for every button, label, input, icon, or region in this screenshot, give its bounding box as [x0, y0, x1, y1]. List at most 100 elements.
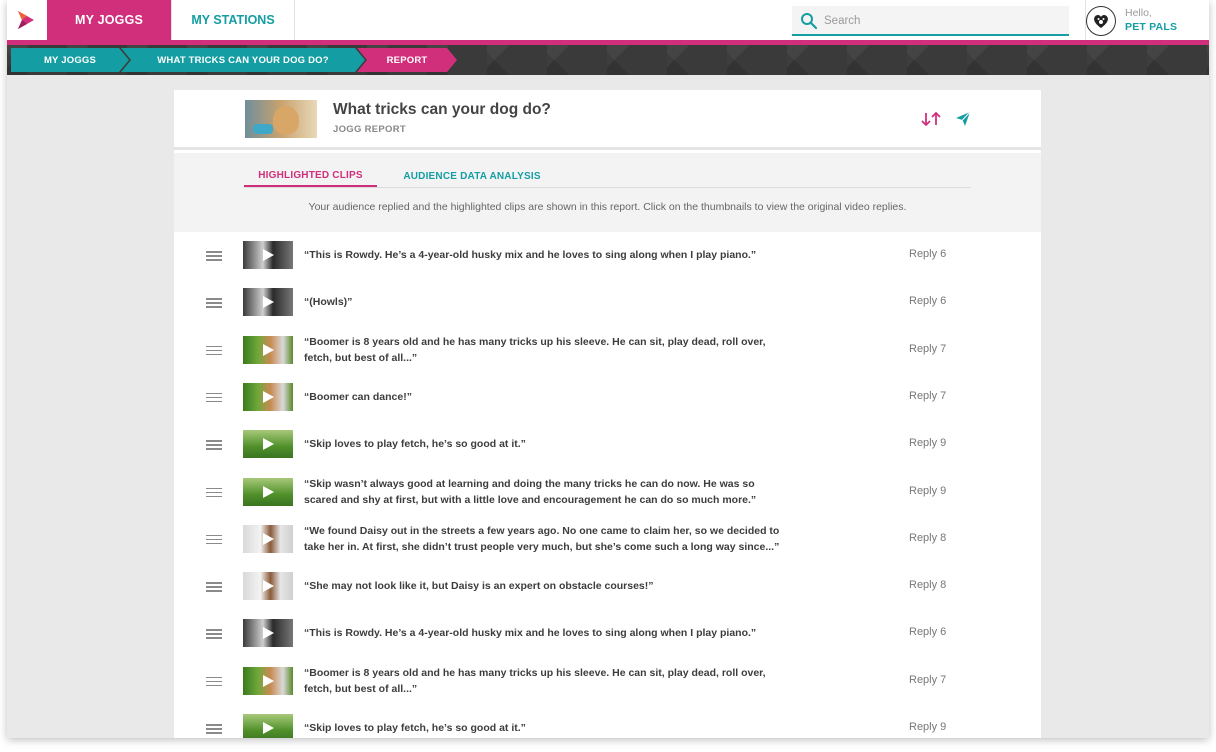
tab-my-joggs[interactable]: MY JOGGS	[47, 0, 171, 40]
tab-audience-data-analysis[interactable]: AUDIENCE DATA ANALYSIS	[392, 165, 552, 187]
clip-thumbnail[interactable]	[243, 288, 293, 317]
report-tabs-area: HIGHLIGHTED CLIPS AUDIENCE DATA ANALYSIS…	[174, 153, 1041, 232]
reply-label[interactable]: Reply 7	[909, 674, 946, 686]
drag-handle-icon[interactable]	[206, 629, 222, 639]
clip-row: “Boomer is 8 years old and he has many t…	[174, 327, 1041, 374]
drag-handle-icon[interactable]	[206, 298, 222, 308]
sort-arrows-icon[interactable]	[920, 110, 942, 128]
drag-handle-icon[interactable]	[206, 676, 222, 687]
jogg-thumbnail[interactable]	[245, 100, 317, 138]
clip-thumbnail[interactable]	[243, 477, 293, 506]
clip-quote: “Skip loves to play fetch, he’s so good …	[304, 436, 864, 452]
reply-label[interactable]: Reply 6	[909, 248, 946, 260]
play-icon	[263, 674, 274, 687]
tab-my-stations[interactable]: MY STATIONS	[171, 0, 295, 40]
clip-quote: “Boomer is 8 years old and he has many t…	[304, 334, 864, 366]
clip-thumbnail[interactable]	[243, 430, 293, 459]
play-icon	[263, 390, 274, 403]
clip-quote: “Boomer can dance!”	[304, 389, 864, 405]
clip-quote: “Boomer is 8 years old and he has many t…	[304, 665, 864, 697]
clip-quote-line: scared and shy at first, but with a litt…	[304, 493, 757, 506]
tab-highlighted-clips[interactable]: HIGHLIGHTED CLIPS	[244, 165, 377, 187]
play-icon	[263, 532, 274, 545]
tab-underline	[244, 187, 971, 188]
report-header: What tricks can your dog do? JOGG REPORT	[174, 90, 1041, 150]
search-input[interactable]	[824, 10, 1059, 32]
reply-label[interactable]: Reply 6	[909, 626, 946, 638]
clip-quote-line: “Skip wasn’t always good at learning and…	[304, 477, 755, 490]
user-avatar[interactable]	[1086, 6, 1116, 36]
search-icon	[801, 13, 818, 30]
drag-handle-icon[interactable]	[206, 345, 222, 356]
thumbnail-dog	[273, 106, 299, 134]
clip-thumbnail[interactable]	[243, 666, 293, 695]
clip-quote: “(Howls)”	[304, 294, 864, 310]
clip-row: “This is Rowdy. He’s a 4-year-old husky …	[174, 232, 1041, 279]
clip-thumbnail[interactable]	[243, 335, 293, 364]
clip-row: “Skip loves to play fetch, he’s so good …	[174, 421, 1041, 468]
clip-thumbnail[interactable]	[243, 382, 293, 411]
top-navigation-bar: MY JOGGS MY STATIONS Hello, PET PALS	[7, 0, 1209, 40]
reply-label[interactable]: Reply 8	[909, 579, 946, 591]
clip-thumbnail[interactable]	[243, 524, 293, 553]
clip-quote: “She may not look like it, but Daisy is …	[304, 578, 864, 594]
play-icon	[263, 343, 274, 356]
drag-handle-icon[interactable]	[206, 724, 222, 734]
play-icon	[263, 627, 274, 640]
paw-heart-icon	[1094, 15, 1108, 28]
clip-quote-line: “This is Rowdy. He’s a 4-year-old husky …	[304, 249, 757, 261]
clip-thumbnail[interactable]	[243, 572, 293, 601]
play-icon	[263, 485, 274, 498]
username-link[interactable]: PET PALS	[1125, 21, 1177, 33]
clip-quote: “This is Rowdy. He’s a 4-year-old husky …	[304, 247, 864, 263]
reply-label[interactable]: Reply 8	[909, 532, 946, 544]
reply-label[interactable]: Reply 9	[909, 721, 946, 733]
send-icon[interactable]	[954, 110, 972, 128]
drag-handle-icon[interactable]	[206, 487, 222, 498]
clip-quote: “Skip wasn’t always good at learning and…	[304, 476, 864, 508]
clip-quote-line: take her in. At first, she didn’t trust …	[304, 540, 780, 553]
drag-handle-icon[interactable]	[206, 534, 222, 545]
clip-thumbnail[interactable]	[243, 241, 293, 269]
clip-quote-line: “Skip loves to play fetch, he’s so good …	[304, 722, 526, 734]
clip-row: “We found Daisy out in the streets a few…	[174, 516, 1041, 563]
play-icon	[263, 296, 274, 309]
clip-row: “Boomer is 8 years old and he has many t…	[174, 658, 1041, 705]
clip-quote: “Skip loves to play fetch, he’s so good …	[304, 720, 864, 736]
clip-quote-line: “This is Rowdy. He’s a 4-year-old husky …	[304, 627, 757, 640]
greeting-text: Hello,	[1125, 7, 1152, 19]
clip-row: “Boomer can dance!” Reply 7	[174, 374, 1041, 421]
drag-handle-icon[interactable]	[206, 251, 222, 261]
play-icon	[263, 438, 274, 451]
play-icon	[263, 722, 274, 734]
report-description: Your audience replied and the highlighte…	[308, 201, 907, 213]
clip-row: “Skip loves to play fetch, he’s so good …	[174, 705, 1041, 738]
clip-quote-line: fetch, but best of all...”	[304, 682, 418, 695]
page-subtitle: JOGG REPORT	[333, 124, 406, 135]
breadcrumb-item-jogg[interactable]: WHAT TRICKS CAN YOUR DOG DO?	[121, 48, 365, 72]
drag-handle-icon[interactable]	[206, 582, 222, 592]
reply-label[interactable]: Reply 9	[909, 485, 946, 497]
clip-quote-line: “She may not look like it, but Daisy is …	[304, 580, 654, 593]
reply-label[interactable]: Reply 7	[909, 390, 946, 402]
search-box[interactable]	[792, 6, 1069, 36]
reply-label[interactable]: Reply 6	[909, 295, 946, 307]
clip-row: “This is Rowdy. He’s a 4-year-old husky …	[174, 610, 1041, 657]
app-window: MY JOGGS MY STATIONS Hello, PET PALS MY …	[7, 0, 1209, 738]
clip-quote-line: fetch, but best of all...”	[304, 351, 418, 364]
play-icon	[263, 249, 274, 261]
breadcrumb-item-report: REPORT	[357, 48, 457, 72]
page-title: What tricks can your dog do?	[333, 101, 551, 118]
reply-label[interactable]: Reply 9	[909, 437, 946, 449]
breadcrumb: MY JOGGS WHAT TRICKS CAN YOUR DOG DO? RE…	[7, 45, 1209, 75]
drag-handle-icon[interactable]	[206, 392, 222, 403]
clip-thumbnail[interactable]	[243, 714, 293, 738]
clip-quote: “This is Rowdy. He’s a 4-year-old husky …	[304, 625, 864, 641]
breadcrumb-item-my-joggs[interactable]: MY JOGGS	[11, 48, 129, 72]
jogg-logo-icon[interactable]	[15, 9, 37, 31]
reply-label[interactable]: Reply 7	[909, 343, 946, 355]
drag-handle-icon[interactable]	[206, 440, 222, 450]
clip-quote-line: “Boomer is 8 years old and he has many t…	[304, 666, 766, 679]
clip-thumbnail[interactable]	[243, 619, 293, 648]
clip-quote: “We found Daisy out in the streets a few…	[304, 523, 864, 555]
